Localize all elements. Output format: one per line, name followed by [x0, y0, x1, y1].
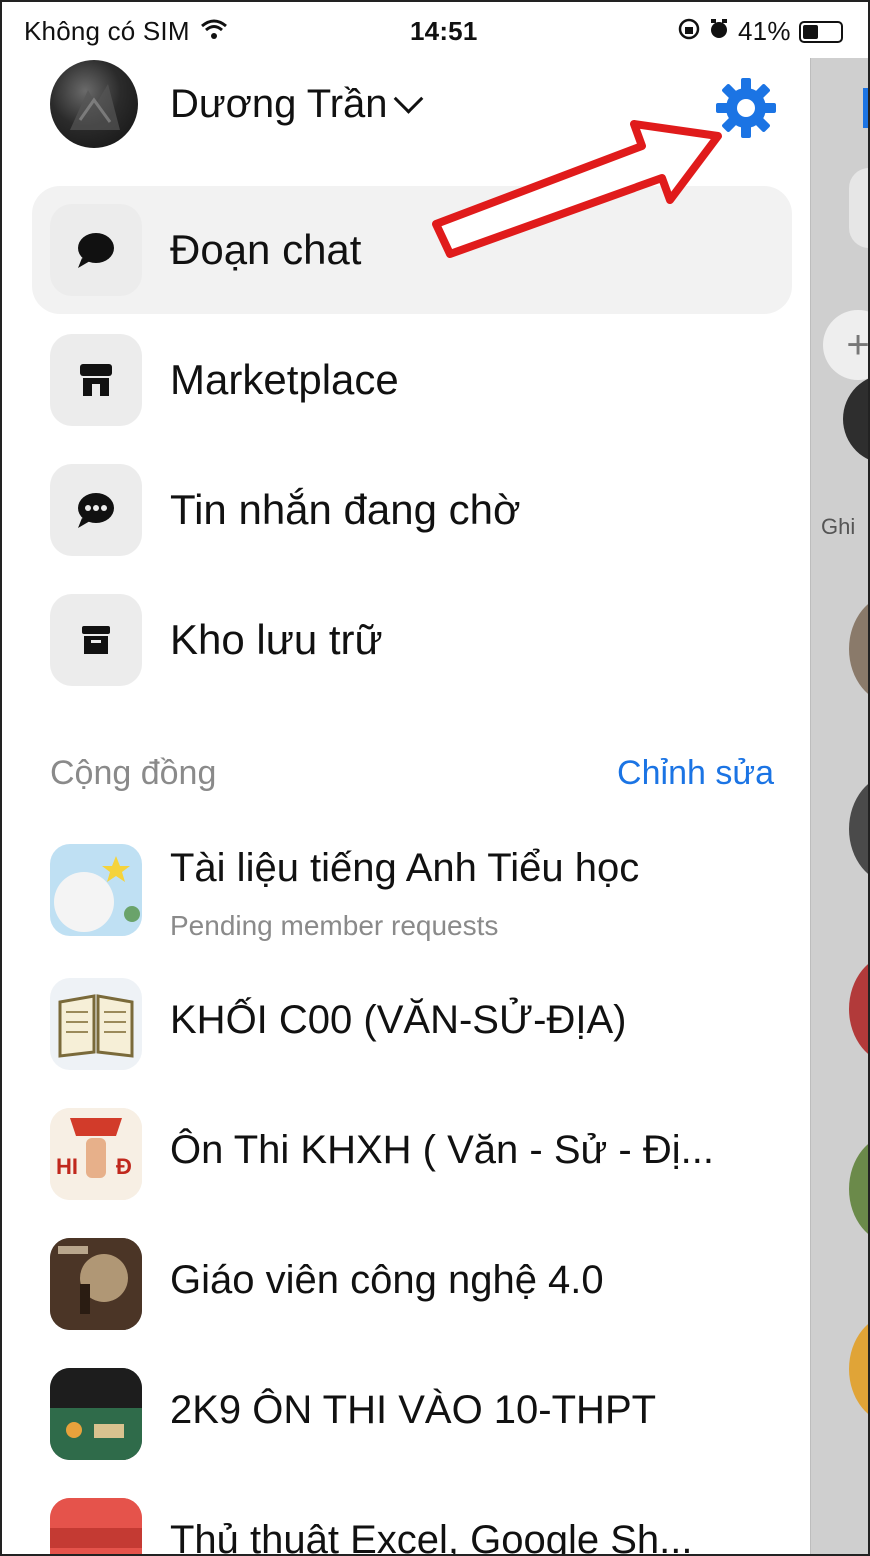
- carrier-label: Không có SIM: [24, 16, 190, 46]
- community-item[interactable]: 2K9 ÔN THI VÀO 10-THPT: [50, 1368, 790, 1468]
- community-item[interactable]: Giáo viên công nghệ 4.0: [50, 1238, 790, 1338]
- community-name: 2K9 ÔN THI VÀO 10-THPT: [170, 1388, 657, 1432]
- communities-header: Cộng đồng Chỉnh sửa: [50, 754, 774, 793]
- orientation-lock-icon: [678, 16, 700, 47]
- community-item[interactable]: Thủ thuật Excel, Google Sh...: [50, 1498, 790, 1556]
- community-thumbnail: [50, 844, 142, 936]
- community-name: Tài liệu tiếng Anh Tiểu học: [170, 846, 640, 890]
- menu-item-archive[interactable]: Kho lưu trữ: [32, 576, 792, 704]
- status-time: 14:51: [410, 16, 478, 46]
- chevron-down-icon: [393, 83, 423, 114]
- community-thumbnail: HI Đ: [50, 1108, 142, 1200]
- screen-frame: Không có SIM 14:51 41% Dương Trần Đoạn c…: [0, 0, 870, 1556]
- community-name: Ôn Thi KHXH ( Văn - Sử - Đị...: [170, 1128, 714, 1172]
- storefront-icon: [50, 334, 142, 426]
- story-label: Ghi: [821, 514, 856, 539]
- menu-label: Tin nhắn đang chờ: [170, 486, 521, 533]
- pending-chat-icon: [50, 464, 142, 556]
- status-right: 41%: [678, 16, 843, 47]
- story-avatar: [843, 374, 868, 464]
- status-bar: Không có SIM 14:51 41%: [2, 2, 868, 56]
- chat-avatar: [849, 774, 868, 884]
- community-name: Giáo viên công nghệ 4.0: [170, 1258, 604, 1302]
- svg-text:HI: HI: [56, 1154, 78, 1179]
- battery-icon: [798, 20, 843, 43]
- battery-percent: 41%: [738, 16, 791, 46]
- background-chat-list-peek: + Ghi: [810, 58, 868, 1554]
- alarm-icon: [708, 16, 730, 47]
- search-bar-edge: [849, 168, 868, 248]
- menu-item-marketplace[interactable]: Marketplace: [32, 316, 792, 444]
- menu-item-chats[interactable]: Đoạn chat: [32, 186, 792, 314]
- community-item[interactable]: HI Đ Ôn Thi KHXH ( Văn - Sử - Đị...: [50, 1108, 790, 1208]
- community-thumbnail: [50, 1238, 142, 1330]
- community-thumbnail: [50, 1498, 142, 1554]
- profile-switcher[interactable]: Dương Trần: [50, 60, 423, 148]
- menu-label: Đoạn chat: [170, 226, 362, 273]
- wifi-icon: [200, 16, 228, 47]
- section-title: Cộng đồng: [50, 754, 217, 792]
- community-thumbnail: [50, 1368, 142, 1460]
- chat-avatar: [849, 594, 868, 704]
- chat-bubble-icon: [50, 204, 142, 296]
- menu-item-pending-messages[interactable]: Tin nhắn đang chờ: [32, 446, 792, 574]
- side-drawer: Dương Trần Đoạn chat Marketplace Tin nhắ…: [2, 56, 808, 1556]
- add-story-icon: +: [823, 310, 868, 380]
- menu-label: Marketplace: [170, 356, 399, 403]
- chat-avatar: [849, 1314, 868, 1424]
- avatar: [50, 60, 138, 148]
- chat-avatar: [849, 1134, 868, 1244]
- gear-icon[interactable]: [714, 76, 778, 140]
- community-item[interactable]: Tài liệu tiếng Anh Tiểu học Pending memb…: [50, 844, 790, 944]
- edit-communities-button[interactable]: Chỉnh sửa: [617, 754, 774, 793]
- svg-text:Đ: Đ: [116, 1154, 132, 1179]
- community-name: KHỐI C00 (VĂN-SỬ-ĐỊA): [170, 998, 627, 1042]
- menu-label: Kho lưu trữ: [170, 616, 383, 663]
- archive-box-icon: [50, 594, 142, 686]
- community-thumbnail: [50, 978, 142, 1070]
- status-left: Không có SIM: [24, 16, 228, 47]
- chat-avatar: [849, 954, 868, 1064]
- community-item[interactable]: KHỐI C00 (VĂN-SỬ-ĐỊA): [50, 978, 790, 1078]
- community-subtitle: Pending member requests: [170, 910, 499, 941]
- community-name: Thủ thuật Excel, Google Sh...: [170, 1518, 693, 1556]
- compose-icon: [863, 88, 868, 128]
- profile-name: Dương Trần: [170, 81, 388, 126]
